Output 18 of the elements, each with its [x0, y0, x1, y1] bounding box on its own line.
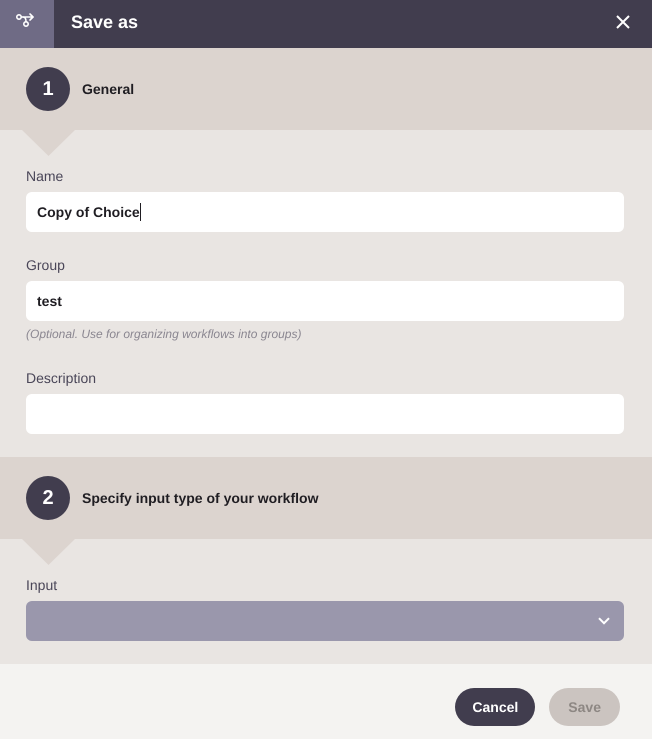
field-label: Group: [26, 257, 66, 273]
close-button[interactable]: [616, 15, 630, 29]
cancel-button[interactable]: Cancel: [455, 688, 536, 726]
step-title: Specify input type of your workflow: [82, 490, 318, 506]
text-field[interactable]: [26, 394, 624, 434]
step-number: 2: [26, 476, 70, 520]
field-label: Input: [26, 577, 58, 593]
step-title: General: [82, 81, 134, 97]
close-icon: [616, 15, 630, 29]
dropdown-field[interactable]: [26, 601, 624, 641]
text-field[interactable]: test: [26, 281, 624, 321]
field-hint: (Optional. Use for organizing workflows into groups): [26, 327, 302, 341]
chevron-down-icon: [598, 617, 610, 625]
field-label: Description: [26, 370, 98, 386]
dialog-title: Save as: [71, 12, 138, 32]
text-field[interactable]: Copy of Choice: [26, 192, 624, 232]
field-label: Name: [26, 168, 64, 184]
step-number: 1: [26, 67, 70, 111]
